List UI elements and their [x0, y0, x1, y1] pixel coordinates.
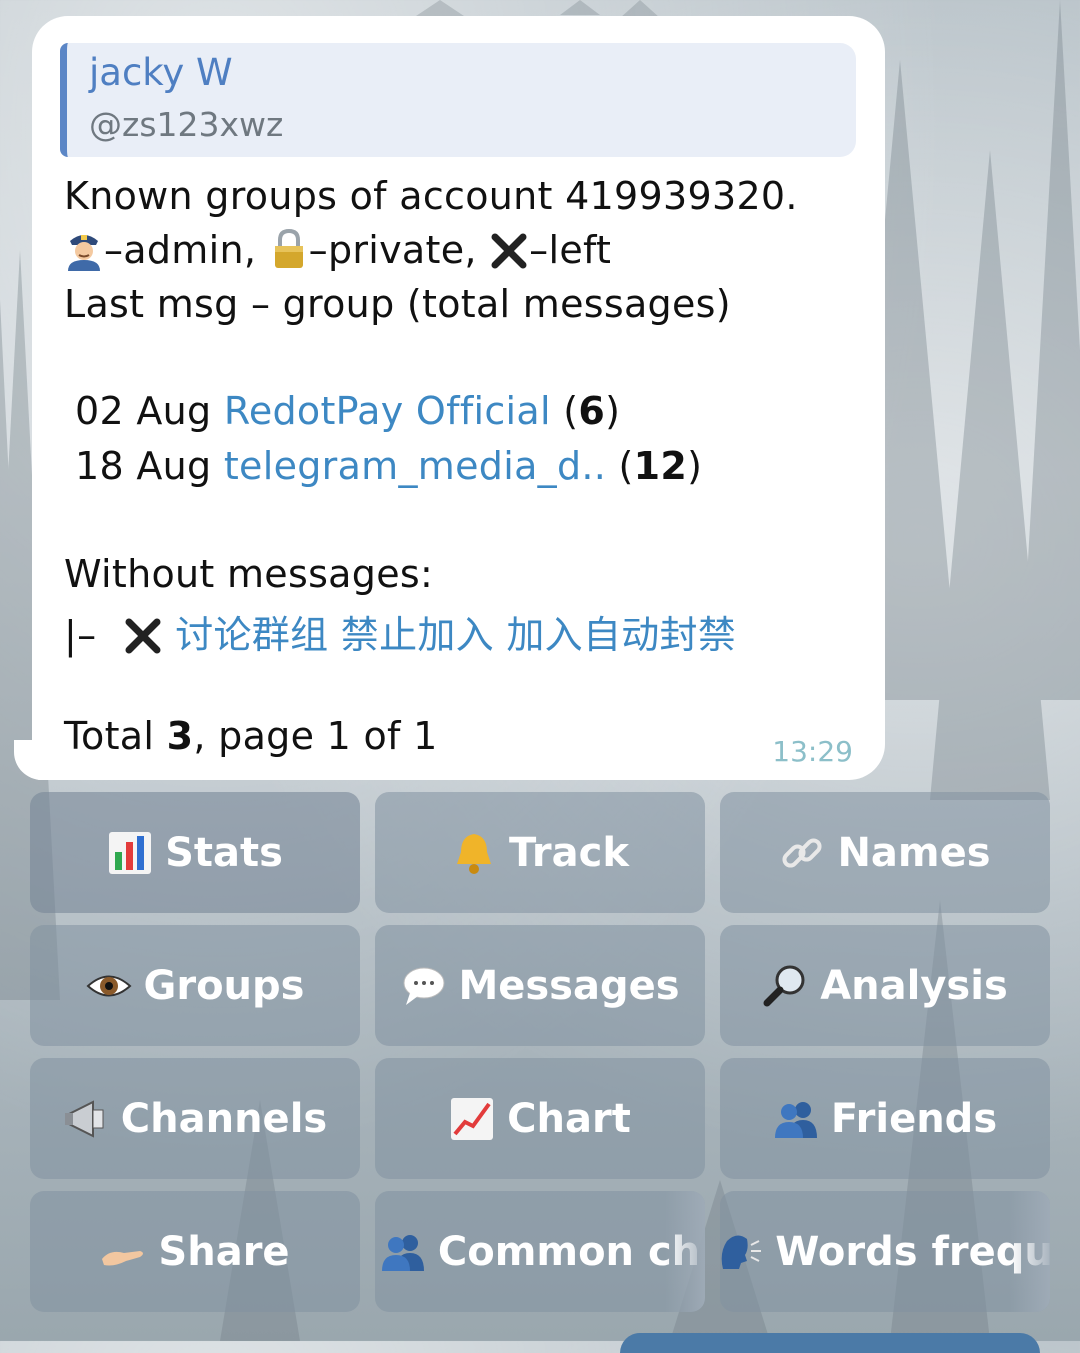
- without-messages-label: Without messages:: [64, 552, 434, 596]
- groups-button[interactable]: Groups: [30, 925, 360, 1046]
- group-count: 6: [578, 389, 606, 433]
- message-line-account: Known groups of account 419939320.: [64, 174, 798, 218]
- button-label: Friends: [830, 1095, 998, 1142]
- open-hand-icon: [102, 1250, 144, 1265]
- total-line: Total 3, page 1 of 1: [64, 714, 438, 758]
- group-date: 18 Aug: [75, 444, 212, 488]
- channels-button[interactable]: Channels: [30, 1058, 360, 1179]
- button-label: Analysis: [820, 962, 1008, 1009]
- link-icon: [782, 837, 822, 868]
- button-label: Track: [509, 829, 629, 876]
- message-line-legend: –admin, –private, –left: [64, 227, 611, 272]
- label-fade: [1010, 1191, 1050, 1312]
- words-frequency-button[interactable]: Words frequ: [720, 1191, 1050, 1312]
- total-count: 3: [166, 714, 194, 758]
- reply-preview[interactable]: jacky W @zs123xwz: [60, 43, 856, 157]
- megaphone-icon: [64, 1099, 104, 1138]
- cross-mark-icon: [491, 233, 527, 269]
- message-line-header: Last msg – group (total messages): [64, 282, 731, 326]
- speech-bubble-icon: [403, 967, 445, 1005]
- share-button[interactable]: Share: [30, 1191, 360, 1312]
- scroll-down-button[interactable]: [620, 1333, 1040, 1353]
- eye-icon: [86, 975, 132, 996]
- button-label: Chart: [507, 1095, 631, 1142]
- common-channels-button[interactable]: Common ch: [375, 1191, 705, 1312]
- chart-increasing-icon: [451, 1097, 494, 1140]
- button-label: Words frequ: [775, 1228, 1050, 1275]
- bar-chart-icon: [109, 831, 152, 874]
- button-label: Names: [837, 829, 991, 876]
- reply-author-name: jacky W: [89, 51, 233, 94]
- group-link[interactable]: RedotPay Official: [224, 389, 551, 433]
- analysis-button[interactable]: Analysis: [720, 925, 1050, 1046]
- legend-admin: –admin,: [104, 228, 257, 272]
- group-count: 12: [633, 444, 688, 488]
- speaking-head-icon: [721, 1234, 762, 1269]
- button-label: Share: [158, 1228, 290, 1275]
- label-fade: [665, 1191, 705, 1312]
- stats-button[interactable]: Stats: [30, 792, 360, 913]
- group-date: 02 Aug: [75, 389, 212, 433]
- track-button[interactable]: Track: [375, 792, 705, 913]
- button-label: Common ch: [437, 1228, 701, 1275]
- police-officer-icon: [68, 235, 100, 271]
- button-label: Messages: [458, 962, 680, 1009]
- button-label: Groups: [143, 962, 305, 1009]
- message-time: 13:29: [772, 735, 853, 768]
- magnifier-icon: [763, 965, 805, 1006]
- names-button[interactable]: Names: [720, 792, 1050, 913]
- legend-private: –private,: [308, 228, 477, 272]
- group-link[interactable]: 讨论群组 禁止加入 加入自动封禁: [175, 613, 736, 657]
- button-label: Stats: [165, 829, 283, 876]
- legend-left: –left: [529, 228, 612, 272]
- messages-button[interactable]: Messages: [375, 925, 705, 1046]
- button-label: Channels: [120, 1095, 328, 1142]
- group-row: 02 Aug RedotPay Official (6): [75, 389, 621, 433]
- lock-icon: [274, 228, 303, 268]
- bell-icon: [457, 833, 492, 874]
- cross-mark-icon: [125, 618, 161, 654]
- chart-button[interactable]: Chart: [375, 1058, 705, 1179]
- tree-prefix: |–: [64, 613, 97, 657]
- group-row: 18 Aug telegram_media_d.. (12): [75, 444, 703, 488]
- without-messages-row: |– 讨论群组 禁止加入 加入自动封禁: [64, 604, 736, 659]
- friends-button[interactable]: Friends: [720, 1058, 1050, 1179]
- reply-author-handle: @zs123xwz: [89, 105, 284, 144]
- people-icon: [774, 1101, 817, 1138]
- people-icon: [381, 1234, 424, 1271]
- message-bubble: jacky W @zs123xwz Known groups of accoun…: [32, 16, 885, 780]
- group-link[interactable]: telegram_media_d..: [224, 444, 606, 488]
